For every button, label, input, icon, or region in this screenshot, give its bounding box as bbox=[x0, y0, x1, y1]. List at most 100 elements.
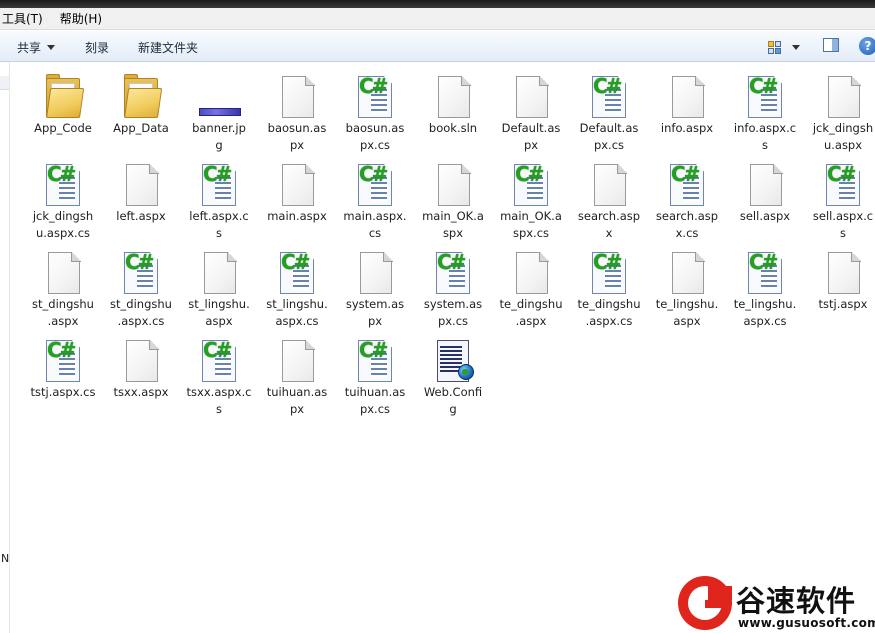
file-label: te_lingshu. aspx bbox=[655, 297, 719, 328]
file-item[interactable]: st_dingshu .aspx bbox=[24, 248, 102, 336]
file-item[interactable]: C# main_OK.a spx.cs bbox=[492, 160, 570, 248]
file-item[interactable]: left.aspx bbox=[102, 160, 180, 248]
file-item[interactable]: tstj.aspx bbox=[804, 248, 875, 336]
file-item[interactable]: C# Default.as px.cs bbox=[570, 72, 648, 160]
config-file-icon bbox=[433, 338, 474, 384]
file-item[interactable]: C# info.aspx.c s bbox=[726, 72, 804, 160]
file-label: info.aspx bbox=[660, 121, 714, 135]
menu-help[interactable]: 帮助(H) bbox=[58, 10, 109, 27]
folder-icon bbox=[121, 74, 163, 120]
file-item[interactable]: App_Data bbox=[102, 72, 180, 160]
file-icon bbox=[667, 74, 707, 120]
file-icon bbox=[823, 74, 863, 120]
csharp-file-icon: C# bbox=[355, 74, 395, 120]
file-item[interactable]: tsxx.aspx bbox=[102, 336, 180, 424]
change-view-button[interactable] bbox=[768, 39, 804, 55]
new-folder-button[interactable]: 新建文件夹 bbox=[138, 39, 198, 56]
watermark: 谷速软件 www.gusuosoft.com bbox=[676, 574, 875, 633]
image-file-icon bbox=[199, 74, 241, 120]
file-icon bbox=[277, 74, 317, 120]
file-item[interactable]: C# st_lingshu. aspx.cs bbox=[258, 248, 336, 336]
menu-bar: 工具(T) 帮助(H) bbox=[0, 8, 875, 30]
file-item[interactable]: C# left.aspx.c s bbox=[180, 160, 258, 248]
nav-item-fragment[interactable]: N bbox=[1, 552, 9, 565]
file-label: main_OK.a spx.cs bbox=[500, 209, 562, 240]
file-item[interactable]: info.aspx bbox=[648, 72, 726, 160]
preview-pane-button[interactable] bbox=[823, 38, 839, 52]
csharp-file-icon: C# bbox=[277, 250, 317, 296]
file-item[interactable]: Web.Confi g bbox=[414, 336, 492, 424]
file-item[interactable]: C# tsxx.aspx.c s bbox=[180, 336, 258, 424]
menu-tools[interactable]: 工具(T) bbox=[0, 10, 50, 27]
file-label: st_dingshu .aspx bbox=[32, 297, 94, 328]
file-icon bbox=[277, 338, 317, 384]
file-label: left.aspx bbox=[116, 209, 166, 223]
file-item[interactable]: App_Code bbox=[24, 72, 102, 160]
file-item[interactable]: C# te_dingshu .aspx.cs bbox=[570, 248, 648, 336]
file-icon bbox=[277, 162, 317, 208]
burn-button-label: 刻录 bbox=[85, 41, 110, 55]
file-label: jck_dingsh u.aspx.cs bbox=[32, 209, 94, 240]
file-item[interactable]: Default.as px bbox=[492, 72, 570, 160]
burn-button[interactable]: 刻录 bbox=[85, 39, 109, 56]
file-item[interactable]: baosun.as px bbox=[258, 72, 336, 160]
csharp-file-icon: C# bbox=[589, 74, 629, 120]
csharp-file-icon: C# bbox=[745, 250, 785, 296]
file-item[interactable]: tuihuan.as px bbox=[258, 336, 336, 424]
file-item[interactable]: main_OK.a spx bbox=[414, 160, 492, 248]
file-label: te_dingshu .aspx.cs bbox=[577, 297, 641, 328]
file-item[interactable]: C# baosun.as px.cs bbox=[336, 72, 414, 160]
file-item[interactable]: C# tstj.aspx.cs bbox=[24, 336, 102, 424]
file-item[interactable]: C# tuihuan.as px.cs bbox=[336, 336, 414, 424]
file-icon bbox=[823, 250, 863, 296]
file-item[interactable]: system.as px bbox=[336, 248, 414, 336]
file-item[interactable]: banner.jp g bbox=[180, 72, 258, 160]
file-item[interactable]: main.aspx bbox=[258, 160, 336, 248]
file-item[interactable]: C# jck_dingsh u.aspx.cs bbox=[24, 160, 102, 248]
file-item[interactable]: C# system.as px.cs bbox=[414, 248, 492, 336]
navigation-pane: N bbox=[0, 62, 10, 633]
file-label: tstj.aspx bbox=[818, 297, 868, 311]
file-icon bbox=[511, 250, 551, 296]
file-item[interactable]: jck_dingsh u.aspx bbox=[804, 72, 875, 160]
file-item[interactable]: search.asp x bbox=[570, 160, 648, 248]
file-icon bbox=[745, 162, 785, 208]
file-item[interactable]: te_dingshu .aspx bbox=[492, 248, 570, 336]
share-button[interactable]: 共享 bbox=[17, 39, 56, 56]
csharp-file-icon: C# bbox=[823, 162, 863, 208]
help-icon[interactable]: ? bbox=[859, 37, 875, 55]
file-item[interactable]: C# te_lingshu. aspx.cs bbox=[726, 248, 804, 336]
file-label: tstj.aspx.cs bbox=[30, 385, 96, 399]
file-label: sell.aspx bbox=[739, 209, 791, 223]
file-item[interactable]: C# main.aspx. cs bbox=[336, 160, 414, 248]
file-item[interactable]: C# st_dingshu .aspx.cs bbox=[102, 248, 180, 336]
file-label: Default.as px.cs bbox=[579, 121, 639, 152]
csharp-file-icon: C# bbox=[511, 162, 551, 208]
folder-icon bbox=[43, 74, 85, 120]
file-label: te_lingshu. aspx.cs bbox=[733, 297, 797, 328]
file-icon bbox=[589, 162, 629, 208]
file-label: banner.jp g bbox=[192, 121, 246, 152]
file-icon bbox=[355, 250, 395, 296]
file-label: search.asp x bbox=[577, 209, 641, 240]
csharp-file-icon: C# bbox=[355, 338, 395, 384]
csharp-file-icon: C# bbox=[199, 162, 239, 208]
chevron-down-icon bbox=[47, 45, 56, 50]
file-label: main.aspx. cs bbox=[343, 209, 407, 240]
file-label: tuihuan.as px.cs bbox=[344, 385, 406, 416]
file-item[interactable]: book.sln bbox=[414, 72, 492, 160]
file-label: book.sln bbox=[428, 121, 478, 135]
file-item[interactable]: C# search.asp x.cs bbox=[648, 160, 726, 248]
file-item[interactable]: sell.aspx bbox=[726, 160, 804, 248]
csharp-file-icon: C# bbox=[43, 338, 83, 384]
file-icon bbox=[121, 162, 161, 208]
file-label: tsxx.aspx.c s bbox=[186, 385, 252, 416]
nav-scroll-button[interactable] bbox=[0, 76, 9, 90]
file-item[interactable]: st_lingshu. aspx bbox=[180, 248, 258, 336]
file-label: st_dingshu .aspx.cs bbox=[110, 297, 172, 328]
file-item[interactable]: te_lingshu. aspx bbox=[648, 248, 726, 336]
chevron-down-icon bbox=[792, 44, 800, 50]
file-item[interactable]: C# sell.aspx.c s bbox=[804, 160, 875, 248]
file-icon bbox=[433, 74, 473, 120]
file-label: main.aspx bbox=[267, 209, 327, 223]
